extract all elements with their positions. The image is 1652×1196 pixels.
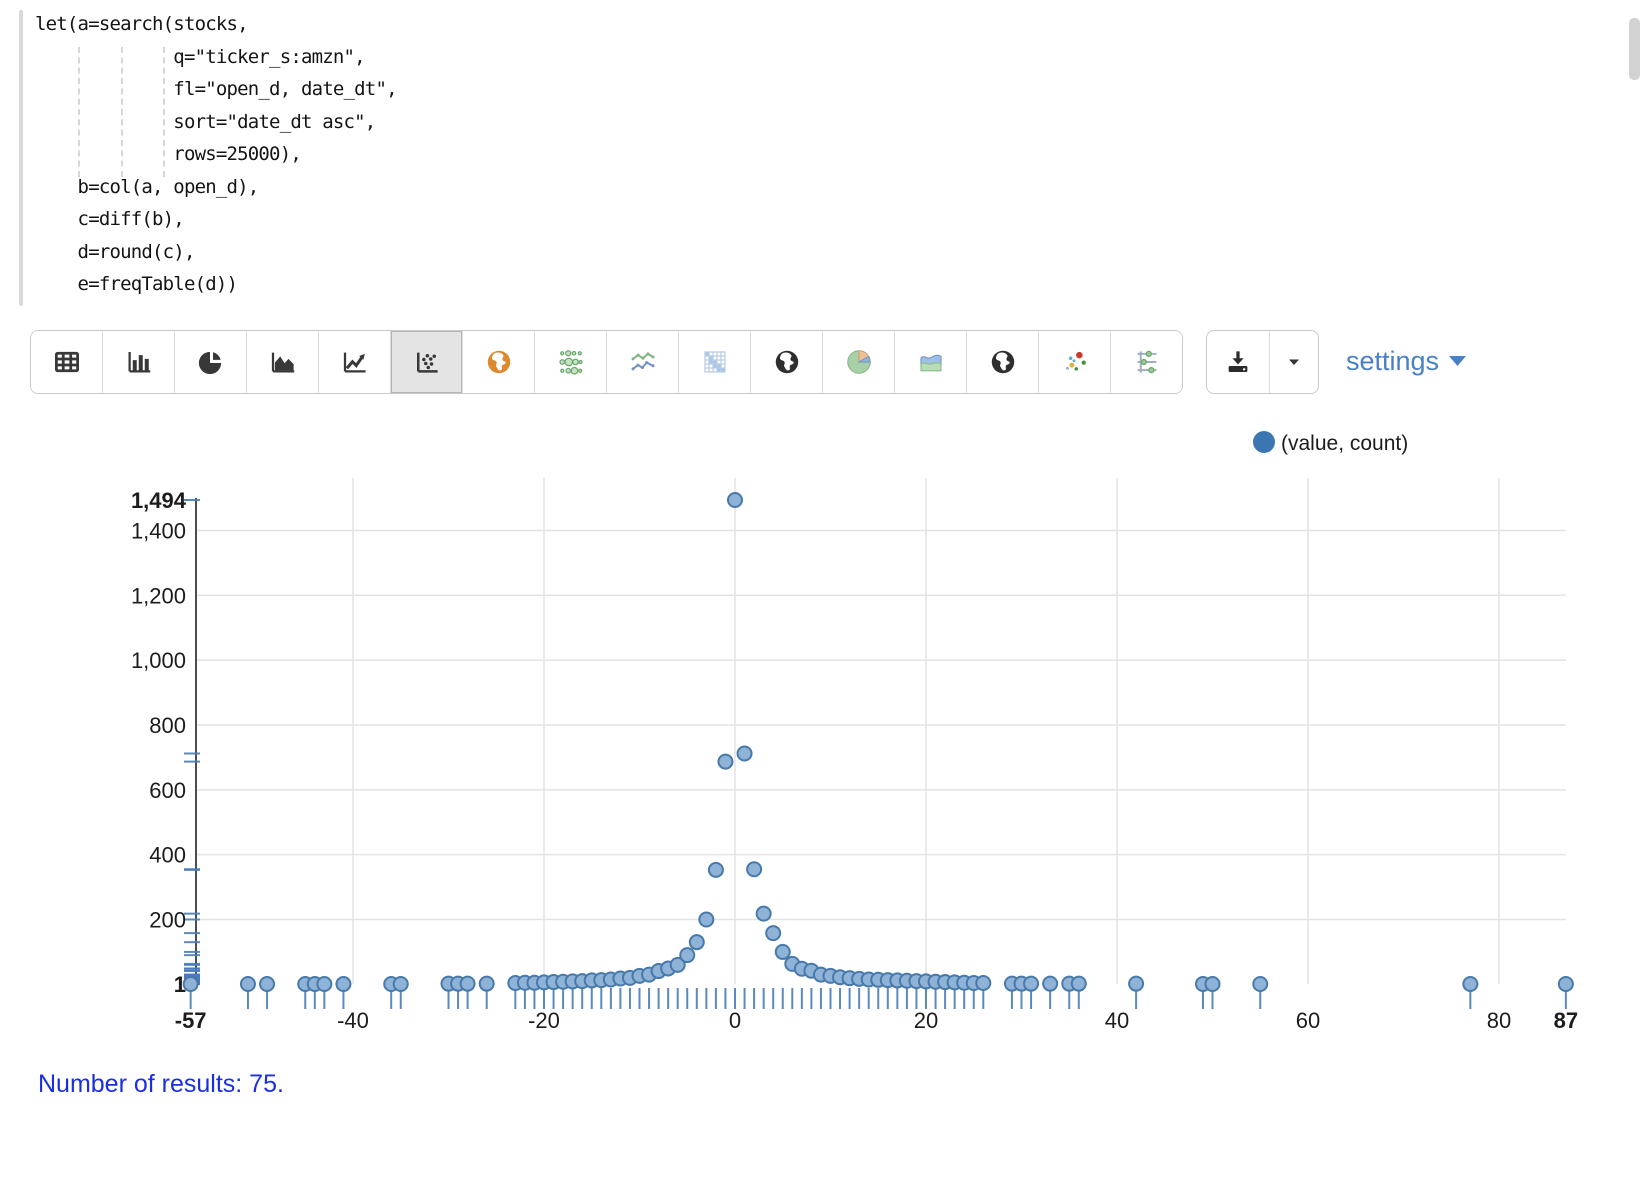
caret-down-icon <box>1282 350 1306 374</box>
globe-orange-button[interactable] <box>462 331 534 393</box>
scatter-chart: 200 400 600 800 1,000 1,200 1,400 1 1,494 -40 -20 0… <box>0 410 1652 1060</box>
svg-text:600: 600 <box>149 778 186 803</box>
legend-dot <box>1253 431 1275 453</box>
editor-gutter <box>19 10 23 306</box>
indent-guide <box>163 47 165 177</box>
area-chart-icon <box>268 347 298 377</box>
scatter-color-icon <box>1060 347 1090 377</box>
code-editor[interactable]: let(a=search(stocks, q="ticker_s:amzn", … <box>35 8 397 301</box>
globe-dark-icon <box>772 347 802 377</box>
download-options-caret-button[interactable] <box>1269 331 1318 393</box>
scatter-plot-icon <box>412 347 442 377</box>
scatter-color-button[interactable] <box>1038 331 1110 393</box>
bubble-grid-button[interactable] <box>534 331 606 393</box>
table-icon <box>52 347 82 377</box>
svg-text:1,000: 1,000 <box>131 648 186 673</box>
download-button[interactable] <box>1207 331 1269 393</box>
bar-chart-button[interactable] <box>102 331 174 393</box>
multi-line-chart-button[interactable] <box>606 331 678 393</box>
download-icon <box>1223 347 1253 377</box>
pie-pastel-button[interactable] <box>822 331 894 393</box>
area-pastel-button[interactable] <box>894 331 966 393</box>
legend-label: (value, count) <box>1281 432 1408 455</box>
svg-text:60: 60 <box>1296 1008 1320 1033</box>
settings-button[interactable]: settings <box>1346 330 1466 392</box>
pie-chart-button[interactable] <box>174 331 246 393</box>
svg-text:1: 1 <box>174 972 186 997</box>
pie-chart-icon <box>196 347 226 377</box>
globe-orange-icon <box>484 347 514 377</box>
svg-text:0: 0 <box>729 1008 741 1033</box>
svg-text:20: 20 <box>914 1008 938 1033</box>
svg-text:1,494: 1,494 <box>131 488 187 513</box>
line-chart-button[interactable] <box>318 331 390 393</box>
svg-text:87: 87 <box>1554 1008 1578 1033</box>
svg-text:1,400: 1,400 <box>131 518 186 543</box>
multi-line-chart-icon <box>628 347 658 377</box>
indent-guide <box>78 47 80 177</box>
code-paragraph: let(a=search(stocks, q="ticker_s:amzn", … <box>0 6 1652 314</box>
heatmap-button[interactable] <box>678 331 750 393</box>
globe-dark-2-icon <box>988 347 1018 377</box>
bar-chart-icon <box>124 347 154 377</box>
parallel-coords-icon <box>1132 347 1162 377</box>
svg-text:1,200: 1,200 <box>131 583 186 608</box>
caret-down-icon <box>1449 356 1466 366</box>
table-button[interactable] <box>31 331 102 393</box>
svg-text:200: 200 <box>149 907 186 932</box>
line-chart-icon <box>340 347 370 377</box>
editor-scrollbar[interactable] <box>1629 18 1640 80</box>
svg-text:80: 80 <box>1487 1008 1511 1033</box>
area-pastel-icon <box>916 347 946 377</box>
svg-text:-40: -40 <box>337 1008 369 1033</box>
indent-guide <box>121 47 123 177</box>
download-button-group <box>1206 330 1319 394</box>
results-count: Number of results: 75. <box>38 1070 284 1099</box>
chart-type-toolbar <box>30 330 1183 394</box>
pie-pastel-icon <box>844 347 874 377</box>
svg-text:800: 800 <box>149 713 186 738</box>
globe-dark-button[interactable] <box>750 331 822 393</box>
svg-text:40: 40 <box>1105 1008 1129 1033</box>
globe-dark-2-button[interactable] <box>966 331 1038 393</box>
area-chart-button[interactable] <box>246 331 318 393</box>
settings-label: settings <box>1346 346 1439 377</box>
heatmap-icon <box>700 347 730 377</box>
bubble-grid-icon <box>556 347 586 377</box>
svg-text:-20: -20 <box>528 1008 560 1033</box>
svg-text:-57: -57 <box>175 1008 207 1033</box>
scatter-plot-button[interactable] <box>390 331 462 393</box>
svg-text:400: 400 <box>149 843 186 868</box>
parallel-coords-button[interactable] <box>1110 331 1182 393</box>
